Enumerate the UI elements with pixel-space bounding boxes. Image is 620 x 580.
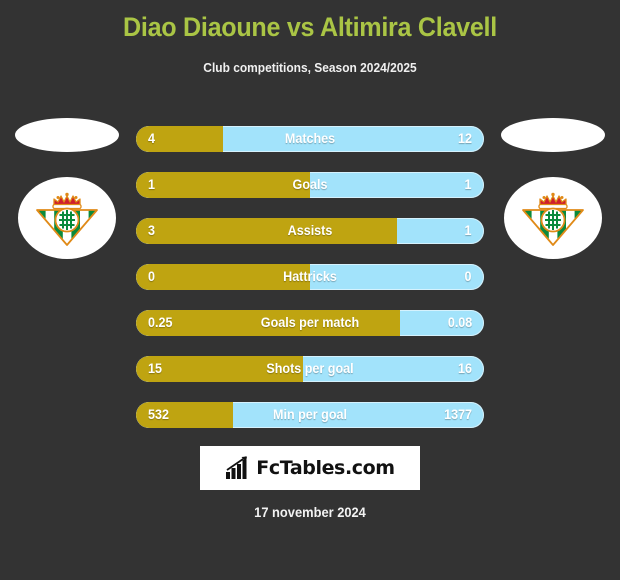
header: Diao Diaoune vs Altimira Clavell Club co…	[0, 0, 620, 75]
bar-chart-growth-icon	[226, 456, 248, 479]
stat-row: 0 Hattricks 0	[136, 264, 484, 290]
stat-value-right: 1377	[444, 407, 472, 422]
stat-row: 1 Goals 1	[136, 172, 484, 198]
stat-row: 15 Shots per goal 16	[136, 356, 484, 382]
right-club-crest	[504, 177, 602, 259]
stat-label: Matches	[284, 131, 336, 146]
stat-row: 3 Assists 1	[136, 218, 484, 244]
stat-value-right: 0.08	[447, 315, 472, 330]
stat-row: 4 Matches 12	[136, 126, 484, 152]
stat-label: Shots per goal	[266, 361, 354, 376]
stat-value-right: 1	[465, 177, 472, 192]
stat-row: 0.25 Goals per match 0.08	[136, 310, 484, 336]
right-player-panel	[488, 118, 618, 259]
page-title: Diao Diaoune vs Altimira Clavell	[123, 12, 497, 42]
left-player-panel	[2, 118, 132, 259]
stat-label: Goals	[292, 177, 328, 192]
stat-value-right: 1	[465, 223, 472, 238]
real-betis-crest-icon	[522, 192, 584, 246]
stat-label: Hattricks	[283, 269, 337, 284]
stat-label: Assists	[287, 223, 333, 238]
left-player-photo	[15, 118, 119, 152]
stat-value-right: 0	[465, 269, 472, 284]
generated-date: 17 november 2024	[254, 504, 366, 520]
stat-row: 532 Min per goal 1377	[136, 402, 484, 428]
right-player-photo	[501, 118, 605, 152]
page-subtitle: Club competitions, Season 2024/2025	[203, 60, 417, 75]
stat-value-right: 12	[458, 131, 472, 146]
stat-comparison-list: 4 Matches 12 1 Goals 1 3 Assists 1 0 Hattricks 0 0.2…	[136, 126, 484, 448]
stat-label: Min per goal	[273, 407, 347, 422]
left-club-crest	[18, 177, 116, 259]
fctables-logo-text: FcTables.com	[256, 457, 395, 479]
real-betis-crest-icon	[36, 192, 98, 246]
fctables-logo[interactable]: FcTables.com	[200, 446, 420, 490]
stat-value-right: 16	[458, 361, 472, 376]
stat-label: Goals per match	[260, 315, 360, 330]
